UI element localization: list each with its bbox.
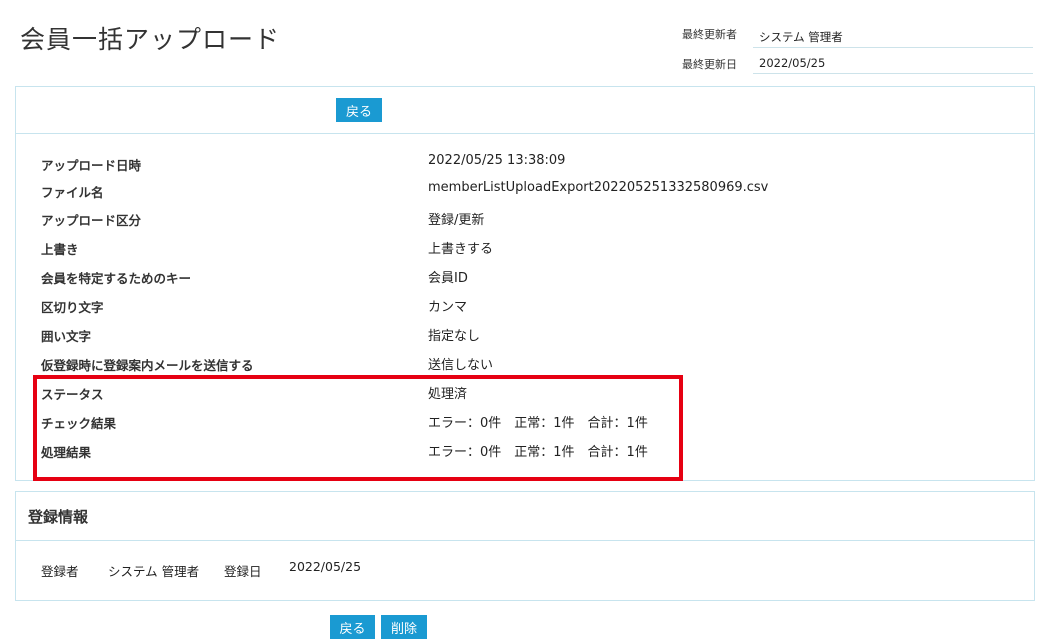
registrant-value: システム 管理者 (108, 564, 200, 579)
last-updater-label: 最終更新者 (682, 28, 737, 41)
detail-label: 区切り文字 (41, 300, 104, 315)
detail-value: 上書きする (428, 242, 494, 257)
registrant-label: 登録者 (41, 564, 79, 579)
registered-date-label: 登録日 (224, 564, 262, 579)
last-updated-label: 最終更新日 (682, 58, 737, 71)
detail-value: memberListUploadExport202205251332580969… (428, 180, 769, 195)
last-updated-value: 2022/05/25 (753, 52, 1033, 74)
last-updater-value: システム 管理者 (753, 26, 1033, 48)
detail-value: 会員ID (428, 271, 468, 286)
detail-label: ファイル名 (41, 185, 104, 200)
delete-button[interactable]: 削除 (381, 615, 427, 639)
detail-value: 登録/更新 (428, 213, 485, 228)
detail-label: アップロード区分 (41, 213, 142, 228)
detail-value: 2022/05/25 13:38:09 (428, 153, 566, 168)
highlight-box (33, 375, 683, 481)
detail-value: 指定なし (428, 329, 481, 344)
registration-panel (15, 491, 1035, 601)
registration-section-title: 登録情報 (28, 508, 89, 526)
detail-label: 仮登録時に登録案内メールを送信する (41, 358, 254, 373)
detail-label: アップロード日時 (41, 158, 142, 173)
registered-date-value: 2022/05/25 (289, 559, 362, 574)
detail-value: 送信しない (428, 358, 494, 373)
detail-label: 囲い文字 (41, 329, 92, 344)
detail-label: 上書き (41, 242, 79, 257)
registration-divider (16, 540, 1034, 541)
back-button-bottom[interactable]: 戻る (330, 615, 375, 639)
page-title: 会員一括アップロード (20, 25, 281, 54)
detail-value: カンマ (428, 300, 468, 315)
detail-label: 会員を特定するためのキー (41, 271, 192, 286)
panel-divider (16, 133, 1034, 134)
back-button-top[interactable]: 戻る (336, 98, 382, 122)
